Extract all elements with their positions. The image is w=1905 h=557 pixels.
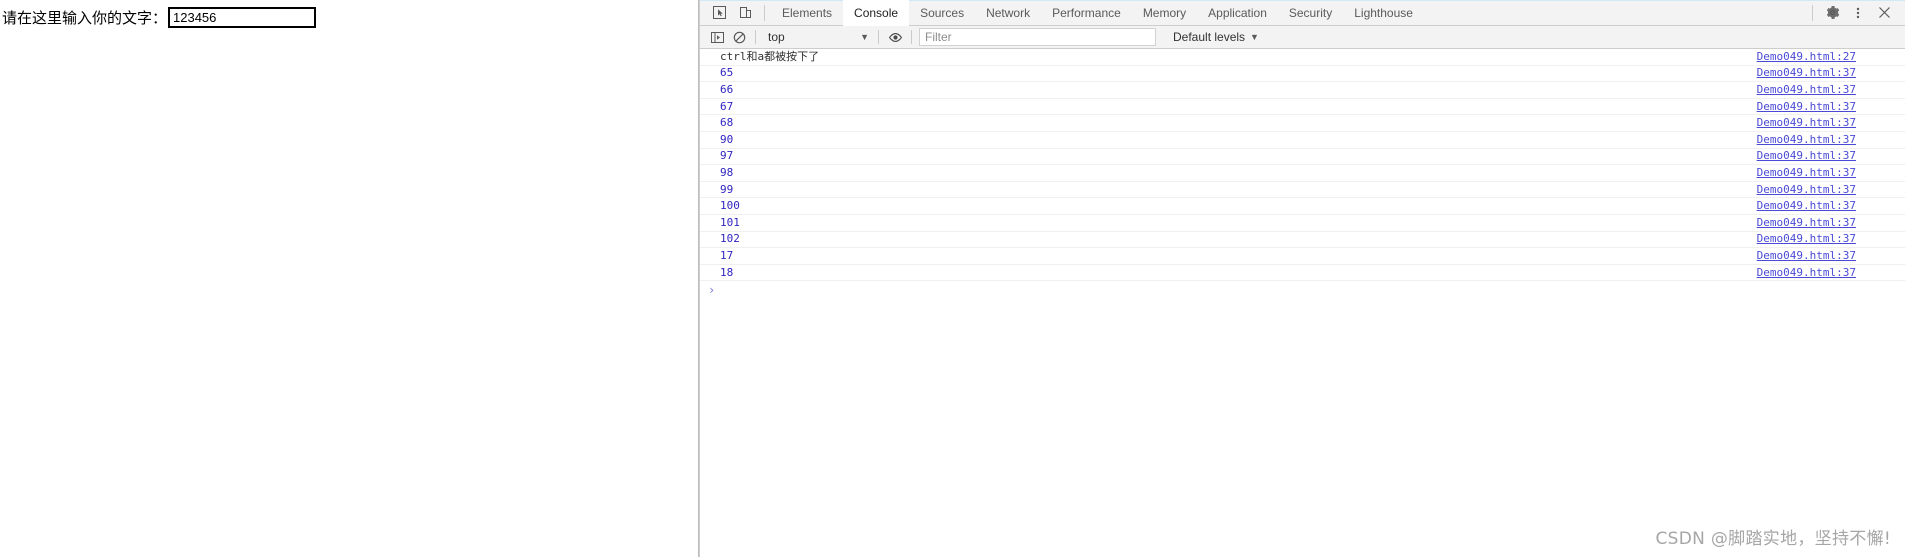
log-levels-dropdown[interactable]: Default levels ▼ [1170,28,1262,46]
console-message-source-link[interactable]: Demo049.html:37 [1757,82,1856,98]
device-toolbar-icon[interactable] [732,2,758,24]
tab-performance[interactable]: Performance [1041,0,1132,25]
console-message-row[interactable]: 102 Demo049.html:37 [700,232,1905,249]
tab-application[interactable]: Application [1197,0,1278,25]
text-input[interactable] [168,7,317,28]
tab-label: Application [1208,5,1267,20]
console-message-source-link[interactable]: Demo049.html:37 [1757,198,1856,214]
text-input-wrapper [168,7,317,28]
console-message-row[interactable]: 65 Demo049.html:37 [700,66,1905,83]
toolbar-divider-right [1812,4,1813,21]
console-message-source-link[interactable]: Demo049.html:27 [1757,49,1856,65]
tab-console[interactable]: Console [843,0,910,26]
console-message-text: 101 [720,215,740,229]
console-message-text: 66 [720,82,734,96]
filter-input[interactable] [919,28,1156,46]
console-message-text: 18 [720,265,734,279]
console-message-source-link[interactable]: Demo049.html:37 [1757,215,1856,231]
console-message-source-link[interactable]: Demo049.html:37 [1757,99,1856,115]
console-message-row[interactable]: 97 Demo049.html:37 [700,149,1905,166]
tab-memory[interactable]: Memory [1132,0,1197,25]
tab-label: Lighthouse [1354,5,1413,20]
console-message-row[interactable]: 98 Demo049.html:37 [700,165,1905,182]
console-message-text: 68 [720,116,734,130]
console-filter-toolbar: top ▼ Default levels ▼ [700,26,1905,49]
devtools-tabbar: Elements Console Sources Network Perform… [700,0,1905,26]
console-message-source-link[interactable]: Demo049.html:37 [1757,165,1856,181]
execution-context-select[interactable]: top ▼ [761,28,873,46]
tab-elements[interactable]: Elements [771,0,843,25]
tab-label: Security [1288,5,1333,20]
clear-console-icon[interactable] [728,28,750,47]
console-sidebar-icon[interactable] [706,28,728,47]
kebab-menu-icon[interactable] [1845,2,1871,24]
devtools-tab-list: Elements Console Sources Network Perform… [771,0,1424,26]
console-message-text: 98 [720,165,734,179]
console-message-row[interactable]: 100 Demo049.html:37 [700,198,1905,215]
tab-label: Network [986,5,1031,20]
console-message-row[interactable]: ctrl和a都被按下了 Demo049.html:27 [700,49,1905,66]
console-message-row[interactable]: 17 Demo049.html:37 [700,248,1905,265]
tab-label: Console [854,5,899,20]
tab-label: Elements [782,5,833,20]
web-page-pane: 请在这里输入你的文字： [0,0,699,557]
screen-root: 请在这里输入你的文字： Eleme [0,0,1905,557]
console-message-text: 90 [720,132,734,146]
console-message-text: 17 [720,248,734,262]
console-message-text: 65 [720,66,734,80]
console-message-row[interactable]: 99 Demo049.html:37 [700,182,1905,199]
console-message-source-link[interactable]: Demo049.html:37 [1757,231,1856,247]
console-message-list[interactable]: ctrl和a都被按下了 Demo049.html:27 65 Demo049.h… [700,49,1905,557]
console-message-source-link[interactable]: Demo049.html:37 [1757,115,1856,131]
chevron-down-icon: ▼ [1250,31,1259,42]
console-message-source-link[interactable]: Demo049.html:37 [1757,248,1856,264]
console-prompt-input[interactable] [721,282,1905,299]
console-message-text: 99 [720,182,734,196]
console-message-row[interactable]: 66 Demo049.html:37 [700,82,1905,99]
tab-label: Performance [1052,5,1121,20]
console-message-row[interactable]: 67 Demo049.html:37 [700,99,1905,116]
tab-security[interactable]: Security [1278,0,1343,25]
console-message-row[interactable]: 18 Demo049.html:37 [700,265,1905,282]
filterbar-divider-1 [755,30,756,44]
tabbar-actions [1806,2,1901,24]
console-message-row[interactable]: 101 Demo049.html:37 [700,215,1905,232]
tab-label: Memory [1142,5,1187,20]
console-message-source-link[interactable]: Demo049.html:37 [1757,148,1856,164]
console-message-text: 100 [720,199,740,213]
console-message-row[interactable]: 68 Demo049.html:37 [700,115,1905,132]
filterbar-divider-3 [911,30,912,44]
chevron-down-icon: ▼ [860,31,869,42]
console-message-text: 102 [720,232,740,246]
text-input-form-row: 请在这里输入你的文字： [2,7,317,28]
filterbar-divider-2 [878,30,879,44]
console-prompt-row[interactable]: › [700,281,1905,299]
console-message-text: 67 [720,99,734,113]
toolbar-divider [764,4,765,21]
tab-sources[interactable]: Sources [909,0,975,25]
text-input-label: 请在这里输入你的文字： [2,8,168,27]
console-message-source-link[interactable]: Demo049.html:37 [1757,132,1856,148]
console-message-text: 97 [720,149,734,163]
gear-icon[interactable] [1819,2,1845,24]
devtools-panel: Elements Console Sources Network Perform… [699,0,1905,557]
watermark: CSDN @脚踏实地，坚持不懈! [1655,529,1891,549]
log-levels-label: Default levels [1173,30,1246,44]
close-icon[interactable] [1871,2,1897,24]
inspect-cursor-icon[interactable] [706,2,732,24]
tab-network[interactable]: Network [975,0,1041,25]
prompt-caret-icon: › [708,283,716,298]
console-message-source-link[interactable]: Demo049.html:37 [1757,182,1856,198]
console-message-source-link[interactable]: Demo049.html:37 [1757,265,1856,281]
console-message-row[interactable]: 90 Demo049.html:37 [700,132,1905,149]
execution-context-value: top [768,30,785,44]
console-message-text: ctrl和a都被按下了 [720,49,820,63]
live-expression-eye-icon[interactable] [884,28,906,47]
tab-label: Sources [920,5,965,20]
tab-lighthouse[interactable]: Lighthouse [1343,0,1424,25]
console-message-source-link[interactable]: Demo049.html:37 [1757,65,1856,81]
